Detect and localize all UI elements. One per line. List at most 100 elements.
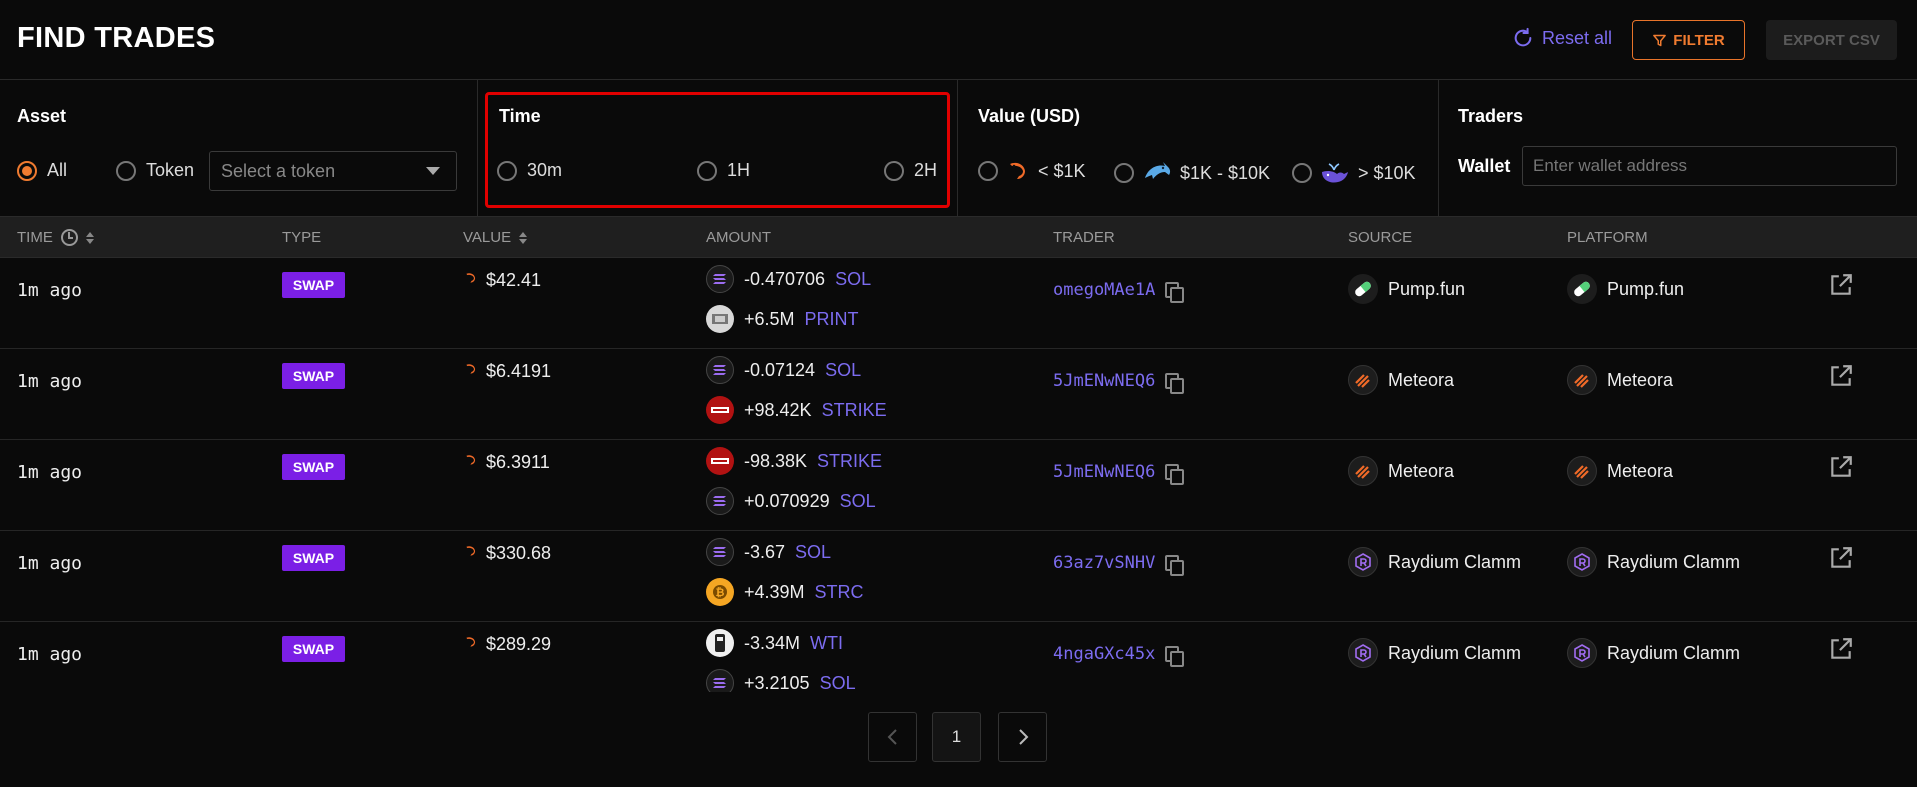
col-trader-label: TRADER [1053, 229, 1115, 246]
copy-icon[interactable] [1165, 645, 1185, 667]
external-link-icon[interactable] [1828, 454, 1854, 480]
trader-link[interactable]: 4ngaGXc45x [1053, 644, 1155, 664]
sort-icon [85, 231, 94, 244]
trade-value-text: $330.68 [486, 543, 552, 563]
source-name: Pump.fun [1388, 278, 1466, 299]
external-link-icon[interactable] [1828, 363, 1854, 389]
solana-icon [706, 356, 734, 384]
trader-link[interactable]: 5JmENwNEQ6 [1053, 371, 1155, 391]
platform: Pump.fun [1567, 274, 1684, 304]
col-source: SOURCE [1348, 229, 1412, 246]
shrimp-icon [466, 272, 476, 283]
token-symbol[interactable]: STRIKE [817, 451, 882, 472]
asset-all-label: All [47, 160, 68, 180]
value-medium-label: $1K - $10K [1180, 162, 1271, 183]
amount-value: -3.67 [744, 541, 786, 562]
value-small-radio[interactable]: < $1K [978, 160, 1086, 182]
amount-value: -0.07124 [744, 359, 816, 380]
radio-unselected-icon [116, 160, 136, 181]
reset-all-label: Reset all [1542, 27, 1613, 48]
trade-time: 1m ago [17, 553, 83, 574]
next-page-button[interactable] [998, 712, 1047, 762]
asset-all-radio[interactable]: All [17, 160, 67, 181]
svg-text:₿: ₿ [716, 586, 725, 599]
token-symbol[interactable]: STRC [815, 582, 864, 603]
page-number-button[interactable]: 1 [932, 712, 981, 762]
trade-time: 1m ago [17, 644, 83, 665]
col-time[interactable]: TIME [17, 229, 94, 246]
raydium-icon [1348, 547, 1378, 577]
col-type: TYPE [282, 229, 321, 246]
chevron-left-icon [887, 729, 897, 745]
external-link-icon[interactable] [1828, 636, 1854, 662]
shrimp-icon [466, 363, 476, 374]
amount-value: +0.070929 [744, 490, 830, 511]
trader-link[interactable]: 63az7vSNHV [1053, 553, 1155, 573]
amount-out: -0.470706 SOL [706, 265, 871, 293]
asset-label: Asset [17, 106, 67, 126]
trader-address: 5JmENwNEQ6 [1053, 371, 1185, 394]
value-medium-radio[interactable]: $1K - $10K [1114, 160, 1270, 186]
token-symbol[interactable]: SOL [825, 360, 861, 381]
strc-token-icon: ₿ [706, 578, 734, 606]
amount-value: -3.34M [744, 632, 801, 653]
radio-unselected-icon [978, 161, 998, 181]
token-symbol[interactable]: SOL [820, 673, 856, 693]
source: Meteora [1348, 456, 1454, 486]
wallet-label: Wallet [1458, 156, 1511, 176]
value-small-label: < $1K [1038, 160, 1086, 181]
col-time-label: TIME [17, 229, 53, 246]
trade-value-text: $6.4191 [486, 361, 552, 381]
platform-name: Meteora [1607, 369, 1674, 390]
token-symbol[interactable]: PRINT [805, 309, 859, 330]
value-large-radio[interactable]: > $10K [1292, 160, 1416, 186]
col-trader: TRADER [1053, 229, 1115, 246]
trade-value: $330.68 [464, 543, 551, 564]
refresh-icon [1514, 27, 1532, 47]
token-symbol[interactable]: SOL [795, 542, 831, 563]
trader-link[interactable]: omegoMAe1A [1053, 280, 1155, 300]
export-csv-button[interactable]: EXPORT CSV [1766, 20, 1897, 60]
token-symbol[interactable]: WTI [810, 633, 843, 654]
amount-out: -3.67 SOL [706, 538, 831, 566]
external-link-icon[interactable] [1828, 272, 1854, 298]
trade-time: 1m ago [17, 371, 83, 392]
token-symbol[interactable]: STRIKE [822, 400, 887, 421]
asset-token-radio[interactable]: Token [116, 160, 194, 181]
source: Meteora [1348, 365, 1454, 395]
token-select[interactable]: Select a token [209, 151, 457, 191]
token-symbol[interactable]: SOL [840, 491, 876, 512]
swap-badge: SWAP [282, 454, 345, 480]
copy-icon[interactable] [1165, 554, 1185, 576]
sort-icon [519, 231, 528, 244]
filter-button[interactable]: FILTER [1632, 20, 1745, 60]
print-token-icon [706, 305, 734, 333]
copy-icon[interactable] [1165, 463, 1185, 485]
token-symbol[interactable]: SOL [835, 269, 871, 290]
trades-table-body: 1m ago SWAP $42.41 -0.470706 SOL +6.5M P… [0, 258, 1917, 692]
col-value[interactable]: VALUE [463, 229, 528, 246]
whale-icon [1322, 163, 1348, 183]
platform: Meteora [1567, 365, 1673, 395]
trader-link[interactable]: 5JmENwNEQ6 [1053, 462, 1155, 482]
external-link-icon[interactable] [1828, 545, 1854, 571]
col-amount-label: AMOUNT [706, 229, 771, 246]
copy-icon[interactable] [1165, 281, 1185, 303]
col-source-label: SOURCE [1348, 229, 1413, 246]
amount-value: +6.5M [744, 308, 795, 329]
platform: Meteora [1567, 456, 1673, 486]
trade-time: 1m ago [17, 462, 83, 483]
previous-page-button[interactable] [868, 712, 917, 762]
amount-in: +0.070929 SOL [706, 487, 876, 515]
wallet-address-input[interactable] [1522, 146, 1897, 186]
meteora-icon [1567, 456, 1597, 486]
reset-all-button[interactable]: Reset all [1512, 27, 1612, 49]
shrimp-icon [1010, 162, 1025, 179]
trader-address: 63az7vSNHV [1053, 553, 1185, 576]
platform: Raydium Clamm [1567, 547, 1740, 577]
platform-name: Meteora [1607, 460, 1674, 481]
asset-token-label: Token [146, 160, 195, 180]
source-name: Meteora [1388, 369, 1455, 390]
copy-icon[interactable] [1165, 372, 1185, 394]
shrimp-icon [466, 636, 476, 647]
